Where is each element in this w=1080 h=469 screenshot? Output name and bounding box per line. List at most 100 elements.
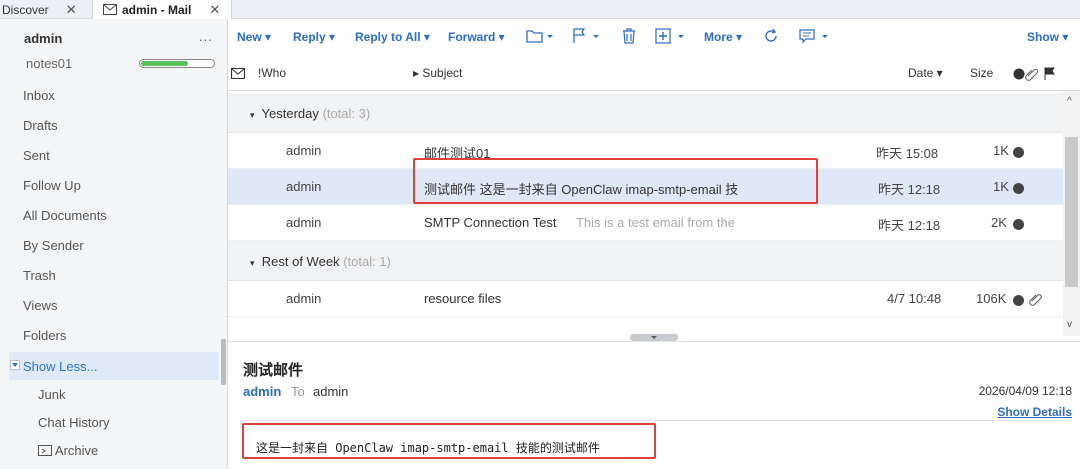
pane-resize-handle[interactable] [630,334,678,341]
tab-mail-label: admin - Mail [122,2,192,17]
sidebar-item-follow-up[interactable]: Follow Up [23,178,81,193]
group-header-yesterday[interactable]: ▾ Yesterday (total: 3) [228,93,1063,133]
trash-icon[interactable] [621,28,637,48]
highlight-annotation [242,423,656,459]
row-size: 1K [993,143,1009,158]
column-subject[interactable]: ▸ Subject [413,66,462,80]
more-options-icon[interactable]: ... [199,29,213,44]
unread-dot-icon[interactable] [1013,183,1024,194]
unread-dot-icon[interactable] [1013,219,1024,230]
divider [240,420,1070,421]
close-icon[interactable]: ✕ [66,2,77,18]
more-button[interactable]: More ▾ [704,30,742,44]
sidebar: admin ... notes01 Inbox Drafts Sent Foll… [0,19,228,469]
group-title: Yesterday [261,106,319,121]
scrollbar-thumb[interactable] [1065,137,1078,287]
group-count: (total: 1) [343,254,391,269]
sidebar-item-archive-label: Archive [54,443,99,458]
column-size[interactable]: Size [970,66,993,80]
column-date[interactable]: Date ▾ [908,66,943,80]
sidebar-item-trash[interactable]: Trash [23,268,56,283]
group-header-rest-of-week[interactable]: ▾ Rest of Week (total: 1) [228,241,1063,281]
tab-discover-label: Discover [2,2,49,17]
row-date: 昨天 12:18 [878,218,941,233]
status-column-icons[interactable] [1013,67,1059,84]
highlight-annotation [413,158,818,204]
quota-label: notes01 [26,56,73,71]
sidebar-item-all-documents[interactable]: All Documents [23,208,107,223]
sidebar-item-drafts[interactable]: Drafts [23,118,58,133]
sidebar-item-inbox[interactable]: Inbox [23,88,55,103]
group-label: ▾ Yesterday (total: 3) [250,106,370,121]
row-size: 1K [993,179,1009,194]
row-subject: SMTP Connection Test [424,215,557,230]
sidebar-item-archive[interactable]: Archive [38,443,98,458]
reply-button[interactable]: Reply ▾ [293,30,335,44]
quota-bar [139,59,215,68]
to-label: To [291,384,305,399]
unread-dot-icon[interactable] [1013,295,1024,306]
message-date: 2026/04/09 12:18 [978,384,1072,398]
collapse-icon[interactable]: ▾ [250,110,255,120]
column-who[interactable]: !Who [258,66,286,80]
row-who: admin [286,215,322,230]
forward-button[interactable]: Forward ▾ [448,30,505,44]
row-size: 106K [976,291,1007,306]
refresh-icon[interactable] [763,28,779,48]
sidebar-item-folders[interactable]: Folders [23,328,66,343]
row-who: admin [286,143,322,158]
message-sender[interactable]: admin [243,384,281,399]
message-list-scrollbar[interactable]: ^ v [1063,91,1080,336]
unread-dot-icon[interactable] [1013,147,1024,158]
show-less-label: Show Less... [23,359,98,374]
scroll-up-icon[interactable]: ^ [1067,96,1072,107]
scroll-down-icon[interactable]: v [1067,319,1072,330]
sidebar-item-by-sender[interactable]: By Sender [23,238,84,253]
folder-icon [38,445,52,456]
row-size: 2K [991,215,1007,230]
new-button[interactable]: New ▾ [237,30,271,44]
sidebar-resize-handle[interactable] [221,339,226,385]
sidebar-item-views[interactable]: Views [23,298,57,313]
row-date: 昨天 12:18 [878,182,941,197]
message-subject: 测试邮件 [243,362,304,379]
mail-icon[interactable] [230,67,246,82]
move-to-folder-icon[interactable] [526,28,554,48]
tab-discover[interactable]: Discover ✕ [0,0,92,19]
show-details-link[interactable]: Show Details [997,405,1072,419]
row-preview: This is a test email from the [576,215,735,230]
group-label: ▾ Rest of Week (total: 1) [250,254,391,269]
reading-pane: 测试邮件 admin To admin 2026/04/09 12:18 Sho… [228,341,1080,469]
table-row[interactable]: admin resource files 4/7 10:48 106K [228,281,1063,317]
row-date: 4/7 10:48 [887,291,942,306]
add-to-icon[interactable] [655,28,687,48]
quota-fill [141,61,188,66]
show-less-button[interactable]: Show Less... [9,352,219,380]
expand-toggle-icon [10,360,20,370]
attachment-icon[interactable] [1028,292,1044,311]
message-recipient[interactable]: admin [313,384,348,399]
chat-icon[interactable] [799,28,831,48]
sidebar-item-chat-history[interactable]: Chat History [38,415,110,430]
show-button[interactable]: Show ▾ [1027,30,1068,44]
row-who: admin [286,291,322,306]
mail-icon [103,4,117,15]
message-list: ▾ Yesterday (total: 3) admin 邮件测试01 昨天 1… [228,91,1063,321]
column-header: !Who ▸ Subject Date ▾ Size [228,55,1080,91]
tab-admin-mail[interactable]: admin - Mail ✕ [92,0,232,19]
reply-all-button[interactable]: Reply to All ▾ [355,30,430,44]
row-who: admin [286,179,322,194]
account-name[interactable]: admin [24,31,62,46]
group-count: (total: 3) [322,106,371,121]
sidebar-item-sent[interactable]: Sent [23,148,50,163]
row-date: 昨天 15:08 [876,146,939,161]
collapse-icon[interactable]: ▾ [250,258,255,268]
toolbar: New ▾ Reply ▾ Reply to All ▾ Forward ▾ M… [228,19,1080,55]
table-row[interactable]: admin SMTP Connection Test This is a tes… [228,205,1063,241]
sidebar-item-junk[interactable]: Junk [38,387,65,402]
group-title: Rest of Week [261,254,340,269]
flag-icon[interactable] [571,28,601,48]
close-icon[interactable]: ✕ [209,2,220,18]
row-subject: resource files [424,291,502,306]
tab-bar: Discover ✕ admin - Mail ✕ [0,0,1080,19]
